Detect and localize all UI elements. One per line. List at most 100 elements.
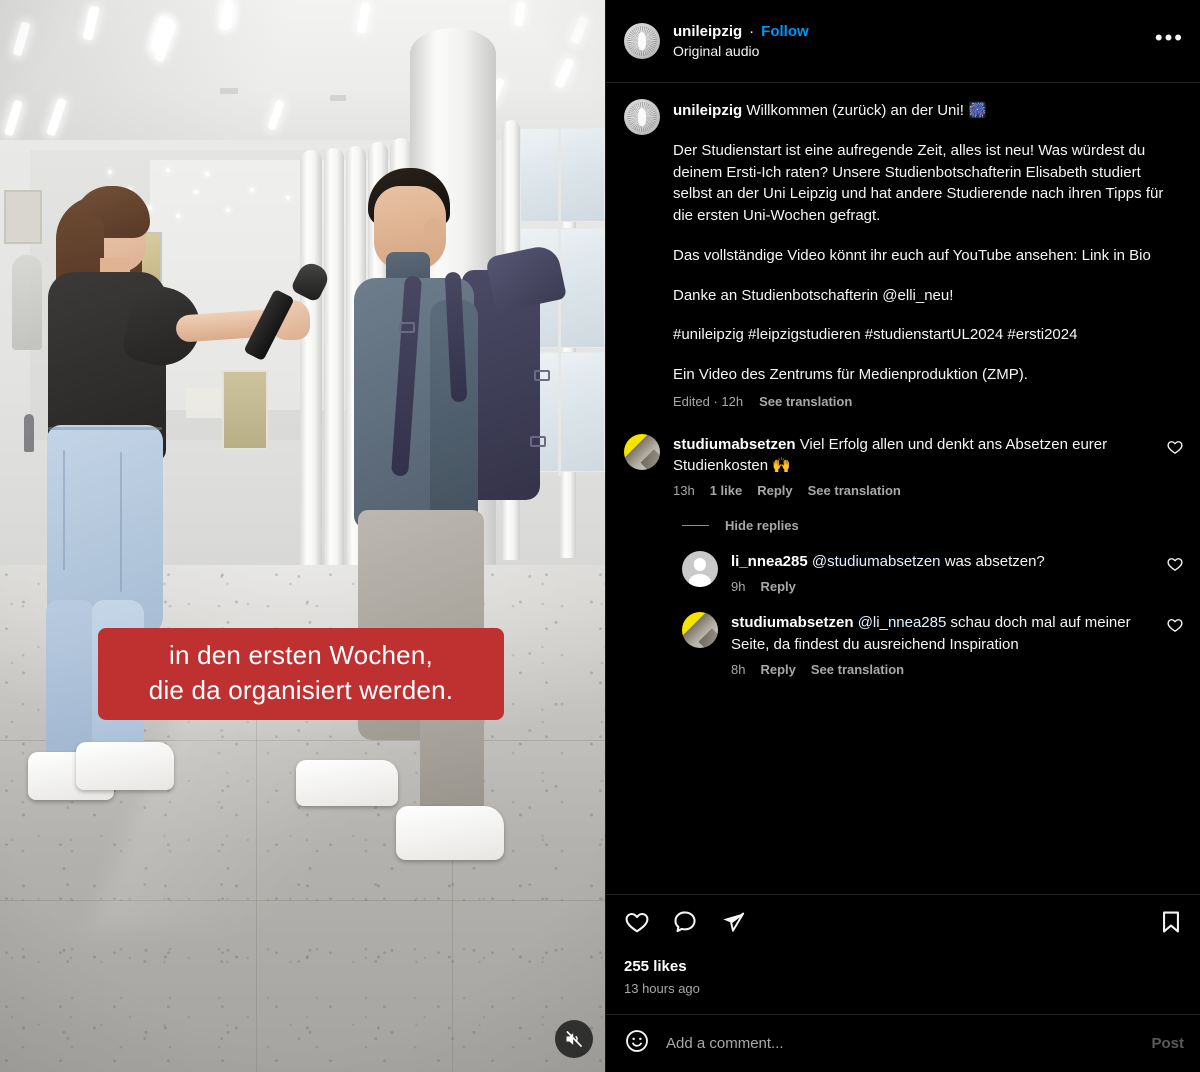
comment-see-translation[interactable]: See translation — [808, 483, 901, 498]
comment-body: li_nnea285 @studiumabsetzen was absetzen… — [731, 551, 1150, 594]
comment-reply-button[interactable]: Reply — [760, 662, 795, 677]
comment-reply-item: studiumabsetzen @li_nnea285 schau doch m… — [682, 612, 1184, 677]
comment-avatar[interactable] — [624, 433, 660, 470]
action-icons-row — [624, 909, 1184, 940]
speech-bubble-icon — [674, 911, 696, 933]
comment-username[interactable]: studiumabsetzen — [673, 436, 796, 453]
comment-body: studiumabsetzen @li_nnea285 schau doch m… — [731, 612, 1150, 677]
distant-person — [24, 414, 34, 452]
caption-hashtags[interactable]: #unileipzig #leipzigstudieren #studienst… — [673, 324, 1184, 346]
comment-avatar[interactable] — [682, 612, 718, 649]
comment-like-button[interactable] — [1166, 555, 1184, 573]
post-details-panel: unileipzig · Follow Original audio ••• u… — [605, 0, 1200, 1072]
backpack-buckle — [530, 436, 546, 447]
add-comment-input[interactable] — [666, 1035, 1136, 1052]
share-button[interactable] — [720, 909, 746, 940]
post-timestamp: 13 hours ago — [624, 981, 700, 996]
comment-timestamp: 8h — [731, 662, 746, 678]
statue — [12, 255, 42, 350]
jeans-waistband — [48, 427, 162, 430]
spot-light — [205, 172, 209, 176]
caption-paragraph: Danke an Studienbotschafterin @elli_neu! — [673, 286, 954, 304]
smiley-face-icon — [626, 1030, 648, 1052]
video-player[interactable]: in den ersten Wochen, die da organisiert… — [0, 0, 605, 1072]
comment-reply-item: li_nnea285 @studiumabsetzen was absetzen… — [682, 551, 1184, 594]
comment-content: was absetzen? — [944, 553, 1045, 571]
actions-spacer — [624, 996, 1184, 1014]
like-button[interactable] — [624, 909, 650, 940]
subtitle-line-1: in den ersten Wochen, — [169, 640, 433, 670]
spot-light — [108, 170, 112, 174]
comment-body: studiumabsetzen Viel Erfolg allen und de… — [673, 434, 1150, 499]
comment-username[interactable]: studiumabsetzen — [731, 614, 854, 631]
subtitle-line-2: die da organisiert werden. — [148, 674, 454, 705]
mute-toggle-button[interactable] — [555, 1020, 593, 1058]
follow-button[interactable]: Follow — [761, 23, 809, 40]
caption-edited-timestamp: Edited · 12h — [673, 393, 744, 409]
bookmark-outline-icon — [1163, 911, 1179, 933]
spot-light — [166, 168, 170, 172]
header-separator: · — [749, 23, 755, 40]
caption-avatar[interactable] — [624, 99, 660, 135]
comment-text: studiumabsetzen @li_nnea285 schau doch m… — [731, 612, 1150, 655]
backpack-buckle — [534, 370, 550, 381]
heart-outline-icon — [1167, 558, 1183, 572]
emoji-picker-button[interactable] — [624, 1028, 650, 1059]
avatar[interactable] — [624, 23, 660, 59]
post-header: unileipzig · Follow Original audio ••• — [606, 0, 1200, 82]
spot-light — [250, 188, 254, 192]
caption-username[interactable]: unileipzig — [673, 102, 742, 119]
likes-count[interactable]: 255 likes — [624, 958, 1184, 975]
audio-label[interactable]: Original audio — [673, 43, 809, 59]
woman-shoe-right — [76, 742, 174, 790]
comment-mention[interactable]: @studiumabsetzen — [812, 553, 941, 570]
comment-reply-button[interactable]: Reply — [760, 579, 795, 594]
caption-paragraph: Das vollständige Video könnt ihr euch au… — [673, 246, 1151, 264]
spot-light — [176, 214, 180, 218]
man-shoe-left — [296, 760, 398, 806]
comment-text: li_nnea285 @studiumabsetzen was absetzen… — [731, 551, 1150, 572]
post-comment-button[interactable]: Post — [1151, 1035, 1184, 1052]
caption-see-translation[interactable]: See translation — [759, 393, 852, 412]
comments-feed[interactable]: unileipzig Willkommen (zurück) an der Un… — [606, 83, 1200, 894]
comment-meta: 13h 1 like Reply See translation — [673, 483, 1150, 498]
caption-block: unileipzig Willkommen (zurück) an der Un… — [624, 99, 1184, 412]
comment-like-count[interactable]: 1 like — [710, 483, 743, 498]
video-frame: in den ersten Wochen, die da organisiert… — [0, 0, 605, 1072]
caption-text: unileipzig Willkommen (zurück) an der Un… — [673, 99, 1184, 412]
window — [520, 128, 605, 222]
comment-see-translation[interactable]: See translation — [811, 662, 904, 677]
comment-reply-button[interactable]: Reply — [757, 483, 792, 498]
hide-replies-toggle[interactable]: Hide replies — [682, 518, 1184, 533]
video-subtitle: in den ersten Wochen, die da organisiert… — [98, 628, 504, 721]
comment-text: studiumabsetzen Viel Erfolg allen und de… — [673, 434, 1150, 477]
header-username[interactable]: unileipzig — [673, 23, 742, 40]
comment-item: studiumabsetzen Viel Erfolg allen und de… — [624, 433, 1184, 499]
heart-outline-icon — [1167, 619, 1183, 633]
comment-username[interactable]: li_nnea285 — [731, 553, 808, 570]
hide-replies-line — [682, 525, 709, 527]
instagram-post-view: in den ersten Wochen, die da organisiert… — [0, 0, 1200, 1072]
man-shoe-right — [396, 806, 504, 860]
comment-mention[interactable]: @li_nnea285 — [858, 614, 947, 631]
ceiling-vent — [220, 88, 238, 94]
column — [300, 150, 322, 580]
comment-timestamp: 9h — [731, 579, 746, 595]
spot-light — [286, 196, 290, 200]
comment-like-button[interactable] — [1166, 616, 1184, 634]
spot-light — [226, 208, 230, 212]
man-ear — [424, 218, 442, 242]
jeans-seam — [120, 452, 122, 592]
spot-light — [148, 206, 152, 210]
comment-button[interactable] — [672, 909, 698, 940]
more-options-button[interactable]: ••• — [1155, 27, 1184, 55]
header-username-row: unileipzig · Follow — [673, 23, 809, 40]
ceiling-light — [224, 0, 232, 24]
comment-like-button[interactable] — [1166, 438, 1184, 456]
heart-outline-icon — [625, 912, 649, 933]
post-actions: 255 likes 13 hours ago — [606, 895, 1200, 1014]
hide-replies-label: Hide replies — [725, 518, 799, 534]
comment-avatar[interactable] — [682, 551, 718, 588]
save-button[interactable] — [1158, 909, 1184, 940]
comment-meta: 9h Reply — [731, 579, 1150, 594]
